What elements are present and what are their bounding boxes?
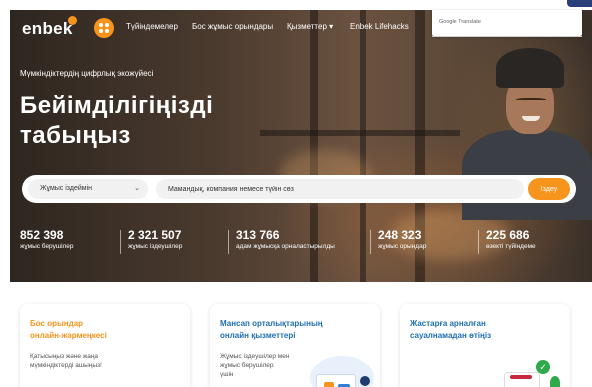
plant-icon xyxy=(550,376,560,387)
menu-dot-icon xyxy=(99,29,103,33)
menu-dot-icon xyxy=(105,23,109,27)
stat-vacancies: 248 323 жұмыс орындар xyxy=(378,228,426,250)
stat-employed: 313 766 адам жұмысқа орналастырылды xyxy=(236,228,335,250)
worker-hat xyxy=(496,48,564,88)
monitor-illustration-icon xyxy=(316,374,356,387)
headline-line: Бейімділігіңізді xyxy=(20,92,214,119)
headline-line: табыңыз xyxy=(20,122,131,149)
card-desc-line: үшін xyxy=(220,371,234,378)
apps-menu-button[interactable] xyxy=(94,18,114,38)
person-icon xyxy=(360,376,370,386)
stat-value: 852 398 xyxy=(20,228,64,242)
card-title-line: Бос орындар xyxy=(30,319,84,328)
card-title-line: Мансап орталықтарының xyxy=(220,319,323,328)
stat-value: 248 323 xyxy=(378,228,422,242)
card-desc-line: Жұмыс іздеушілер мен xyxy=(220,353,290,360)
background-beam xyxy=(260,130,460,136)
nav-services[interactable]: Қызметтер ▾ xyxy=(287,22,333,31)
card-desc-line: мүмкіндіктерді ашыңыз! xyxy=(30,362,102,369)
stat-label: жұмыс берушілер xyxy=(20,243,74,250)
card-desc-line: жұмыс берушілер xyxy=(220,362,274,369)
survey-header-icon xyxy=(510,375,532,379)
worker-eyes xyxy=(516,98,546,102)
google-translate-widget[interactable]: Google Translate xyxy=(432,10,582,36)
card-description: Қатысыңыз және жаңа мүмкіндіктерді ашыңы… xyxy=(30,352,102,370)
stat-divider xyxy=(120,230,121,254)
stat-label: жұмыс іздеушілер xyxy=(128,243,183,250)
chevron-down-icon: ⌄ xyxy=(134,185,140,192)
stat-resumes: 225 686 өзекті түйіндеме xyxy=(486,228,536,250)
nav-resumes[interactable]: Түйіндемелер xyxy=(126,22,178,31)
translate-divider xyxy=(432,36,582,37)
stat-value: 313 766 xyxy=(236,228,280,242)
logo-dot-icon xyxy=(68,16,77,25)
search-input[interactable] xyxy=(156,179,524,199)
card-youth-survey[interactable]: Жастарға арналған сауалнамадан өтіңіз ✓ xyxy=(400,304,570,387)
stat-value: 2 321 507 xyxy=(128,228,182,242)
search-type-value: Жұмыс іздеймін xyxy=(40,185,92,192)
card-title-line: сауалнамадан өтіңіз xyxy=(410,331,492,340)
card-job-fair[interactable]: Бос орындар онлайн-жәрмеңкесі Қатысыңыз … xyxy=(20,304,190,387)
hero-headline: Бейімділігіңізді табыңыз xyxy=(20,91,213,151)
google-translate-label: Google Translate xyxy=(439,19,481,25)
stat-divider xyxy=(478,230,479,254)
nav-lifehacks[interactable]: Enbek Lifehacks xyxy=(350,22,409,31)
stat-label: адам жұмысқа орналастырылды xyxy=(236,243,335,250)
worker-smile xyxy=(522,116,540,121)
background-beam xyxy=(360,10,366,282)
checkmark-icon: ✓ xyxy=(536,360,550,374)
card-title-line: онлайн-жәрмеңкесі xyxy=(30,331,107,340)
stat-divider xyxy=(228,230,229,254)
search-button[interactable]: Іздеу xyxy=(528,178,570,200)
enbek-logo[interactable]: enbek xyxy=(22,19,73,39)
stat-job-seekers: 2 321 507 жұмыс іздеушілер xyxy=(128,228,182,250)
stat-divider xyxy=(370,230,371,254)
stat-label: жұмыс орындар xyxy=(378,243,427,250)
stat-label: өзекті түйіндеме xyxy=(486,243,536,250)
nav-vacancies[interactable]: Бос жұмыс орындары xyxy=(192,22,273,31)
corner-tile xyxy=(567,0,592,7)
stat-employers: 852 398 жұмыс берушілер xyxy=(20,228,74,250)
card-career-centers[interactable]: Мансап орталықтарының онлайн қызметтері … xyxy=(210,304,380,387)
stat-value: 225 686 xyxy=(486,228,530,242)
search-type-select[interactable]: Жұмыс іздеймін ⌄ xyxy=(28,179,148,199)
card-description: Жұмыс іздеушілер мен жұмыс берушілер үші… xyxy=(220,352,289,379)
menu-dot-icon xyxy=(105,29,109,33)
card-title: Бос орындар онлайн-жәрмеңкесі xyxy=(30,318,107,342)
card-title-line: онлайн қызметтері xyxy=(220,331,296,340)
card-title: Жастарға арналған сауалнамадан өтіңіз xyxy=(410,318,491,342)
search-bar: Жұмыс іздеймін ⌄ Іздеу xyxy=(22,175,576,203)
hero-tagline: Мүмкіндіктердің цифрлық экожүйесі xyxy=(20,69,154,78)
chart-block-icon xyxy=(324,382,334,387)
card-title-line: Жастарға арналған xyxy=(410,319,486,328)
menu-dot-icon xyxy=(99,23,103,27)
card-desc-line: Қатысыңыз және жаңа xyxy=(30,353,99,360)
card-title: Мансап орталықтарының онлайн қызметтері xyxy=(220,318,323,342)
